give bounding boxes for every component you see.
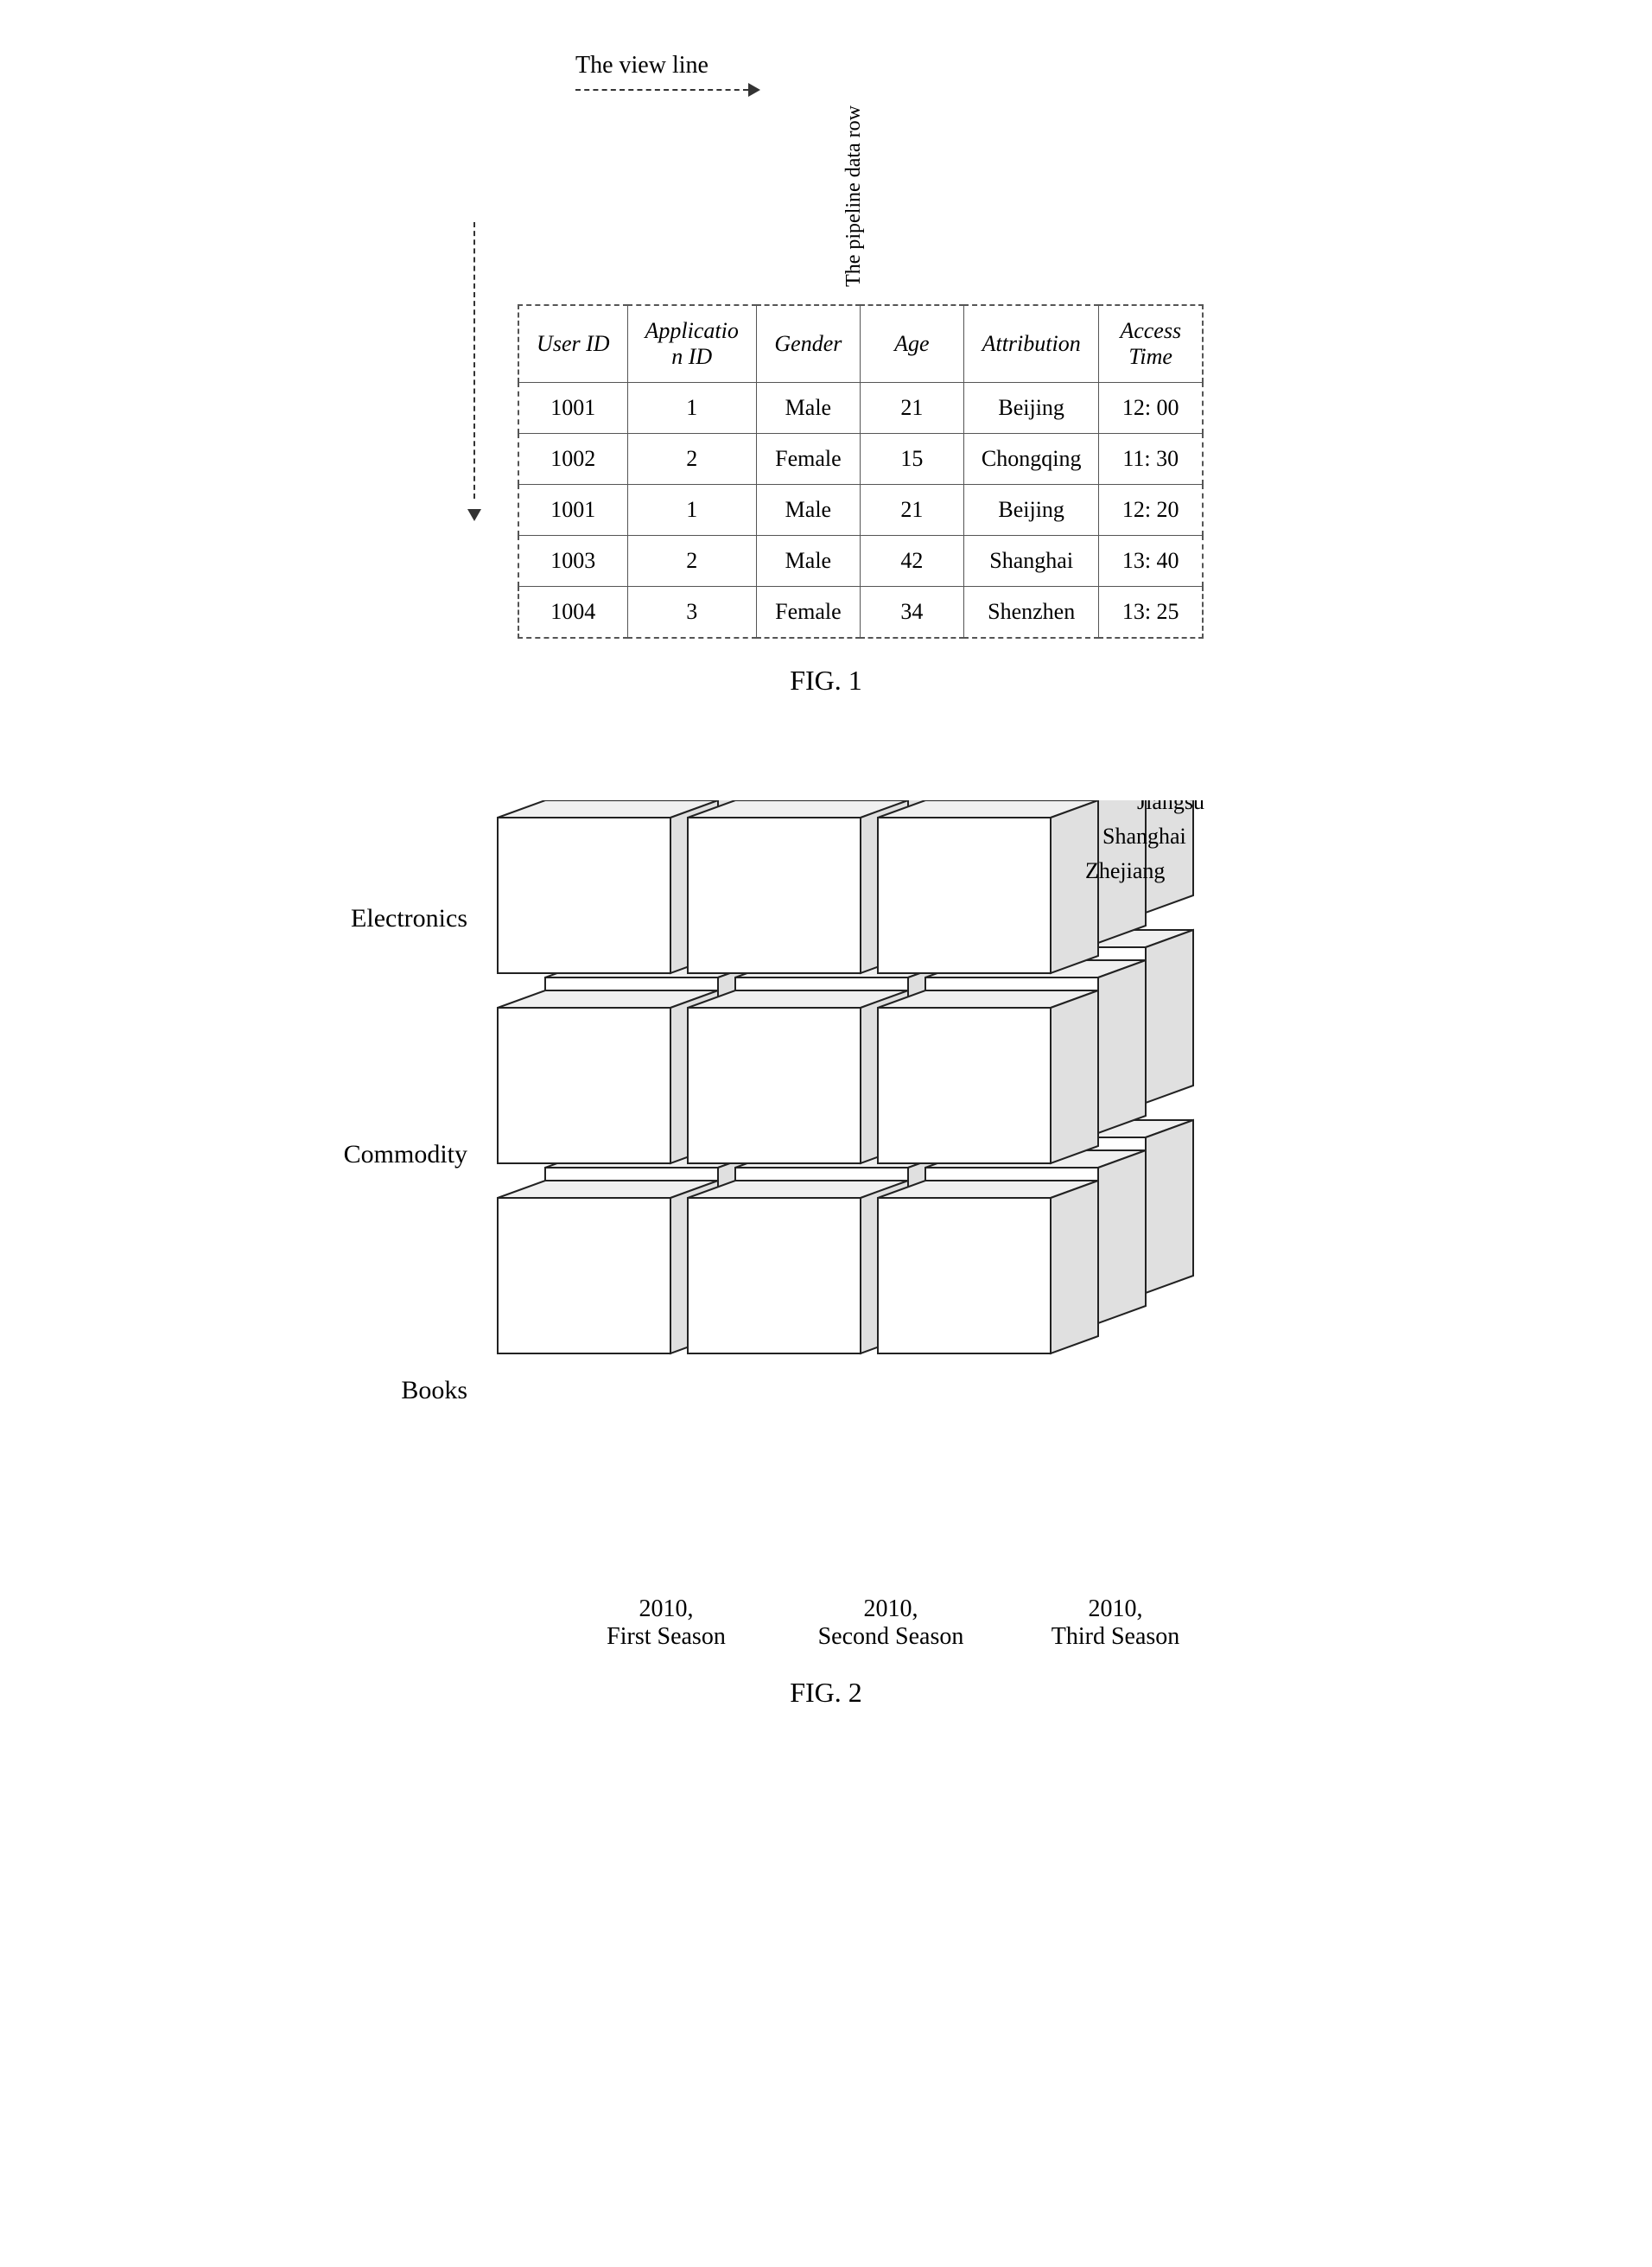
cube-r1-c0-l0 [498,990,718,1163]
table-row: 10011Male21Beijing12: 20 [518,484,1203,535]
table-cell-r4-c1: 3 [627,586,756,638]
view-line-arrow [575,83,766,97]
table-cell-r3-c2: Male [756,535,860,586]
cube-r0-c1-l0 [688,800,908,973]
cube-diagram: Electronics Commodity Books .cube-front … [351,800,1301,1578]
dashed-line-h [575,89,748,91]
table-cell-r4-c5: 13: 25 [1099,586,1203,638]
view-line-label: The view line [575,52,708,80]
pipeline-label-container [448,222,500,521]
fig2-section: Electronics Commodity Books .cube-front … [69,800,1583,1709]
cube-r0-c2-l0 [878,800,1098,973]
cube-r1-c2-l0 [878,990,1098,1163]
table-row: 10011Male21Beijing12: 00 [518,382,1203,433]
table-cell-r2-c0: 1001 [518,484,627,535]
table-cell-r2-c5: 12: 20 [1099,484,1203,535]
col-header-gender: Gender [756,305,860,383]
table-cell-r0-c5: 12: 00 [1099,382,1203,433]
table-row: 10032Male42Shanghai13: 40 [518,535,1203,586]
bottom-label-second: 2010,Second Season [804,1595,977,1651]
data-table: User ID Application ID Gender Age Attrib… [518,304,1204,639]
arrow-right-icon [748,83,760,97]
table-row: 10043Female34Shenzhen13: 25 [518,586,1203,638]
table-cell-r1-c5: 11: 30 [1099,433,1203,484]
cube-svg: .cube-front { fill: white; stroke: #222;… [480,800,1258,1509]
table-cell-r3-c4: Shanghai [963,535,1099,586]
cube-r2-c2-l0 [878,1181,1098,1353]
table-cell-r0-c1: 1 [627,382,756,433]
col-header-accesstime: AccessTime [1099,305,1203,383]
table-cell-r0-c0: 1001 [518,382,627,433]
table-cell-r4-c2: Female [756,586,860,638]
table-with-label: The pipeline data row User ID Applicatio… [448,105,1204,639]
cube-r1-c1-l0 [688,990,908,1163]
bottom-label-third: 2010,Third Season [1029,1595,1202,1651]
label-zhejiang-svg: Zhejiang [1085,858,1165,883]
fig1-section: The view line The pipeline data row User… [69,52,1583,697]
table-cell-r4-c4: Shenzhen [963,586,1099,638]
view-line-container: The view line [437,52,1215,97]
left-label-books: Books [401,1376,467,1405]
cube-r2-c1-l0 [688,1181,908,1353]
table-cell-r1-c1: 2 [627,433,756,484]
dashed-line-v [473,222,475,499]
left-labels: Electronics Commodity Books [351,800,476,1509]
table-cell-r2-c3: 21 [860,484,963,535]
bottom-label-first: 2010,First Season [580,1595,753,1651]
fig1-caption: FIG. 1 [790,665,862,697]
label-jiangsu-svg: Jiangsu [1137,800,1204,814]
table-header-row: User ID Application ID Gender Age Attrib… [518,305,1203,383]
table-cell-r3-c5: 13: 40 [1099,535,1203,586]
cube-grid: .cube-front { fill: white; stroke: #222;… [480,800,1258,1509]
table-row: 10022Female15Chongqing11: 30 [518,433,1203,484]
arrow-down-icon [467,509,481,521]
table-cell-r4-c3: 34 [860,586,963,638]
table-cell-r2-c1: 1 [627,484,756,535]
col-header-appid: Application ID [627,305,756,383]
table-cell-r2-c4: Beijing [963,484,1099,535]
col-header-attribution: Attribution [963,305,1099,383]
cube-r2-c0-l0 [498,1181,718,1353]
table-cell-r1-c0: 1002 [518,433,627,484]
label-shanghai-svg: Shanghai [1102,824,1186,849]
table-cell-r0-c4: Beijing [963,382,1099,433]
table-cell-r1-c3: 15 [860,433,963,484]
table-cell-r1-c2: Female [756,433,860,484]
table-cell-r2-c2: Male [756,484,860,535]
table-cell-r4-c0: 1004 [518,586,627,638]
table-cell-r1-c4: Chongqing [963,433,1099,484]
table-cell-r0-c2: Male [756,382,860,433]
table-cell-r3-c0: 1003 [518,535,627,586]
left-label-electronics: Electronics [351,904,467,933]
table-cell-r3-c1: 2 [627,535,756,586]
fig2-caption: FIG. 2 [790,1677,862,1709]
cube-r0-c0-l0 [498,800,718,973]
col-header-userid: User ID [518,305,627,383]
left-label-commodity: Commodity [344,1140,467,1169]
table-cell-r3-c3: 42 [860,535,963,586]
table-cell-r0-c3: 21 [860,382,963,433]
bottom-labels: 2010,First Season 2010,Second Season 201… [450,1595,1202,1651]
pipeline-label: The pipeline data row [841,105,867,287]
col-header-age: Age [860,305,963,383]
